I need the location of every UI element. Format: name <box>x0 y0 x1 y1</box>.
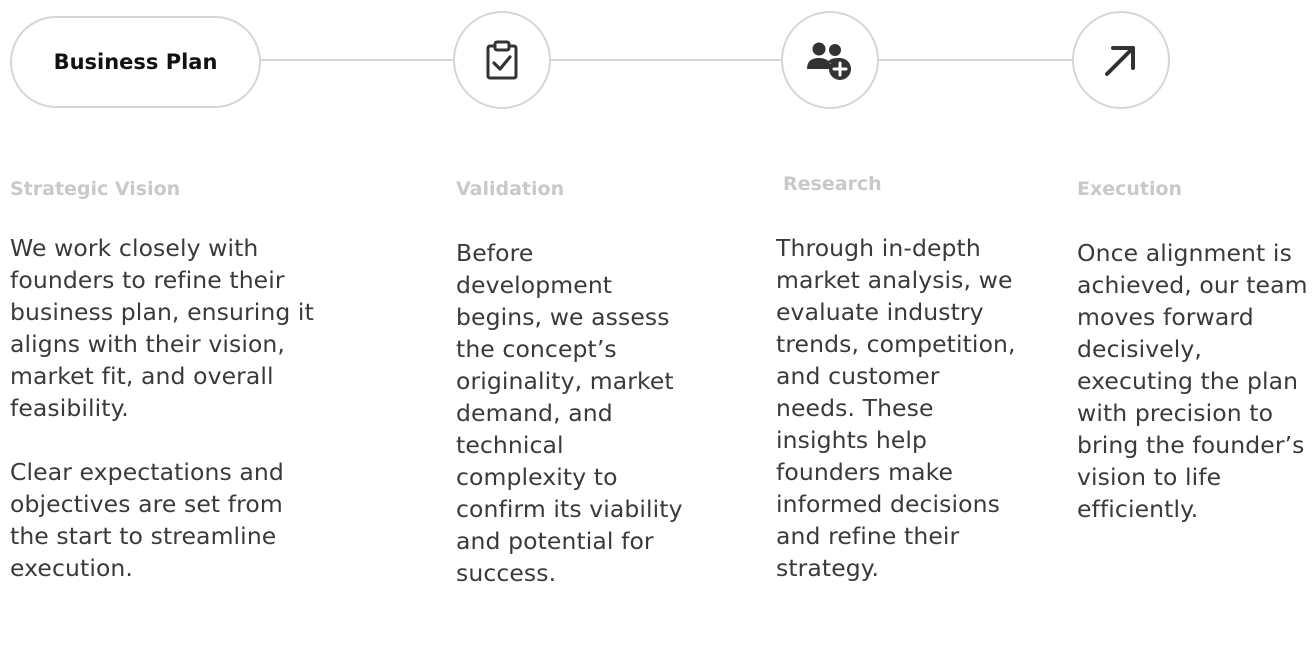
step-heading-execution: Execution <box>1077 178 1183 200</box>
step-heading-research: Research <box>783 173 882 195</box>
business-plan-button[interactable]: Business Plan <box>10 16 261 108</box>
clipboard-check-icon <box>486 40 518 80</box>
business-plan-label: Business Plan <box>53 50 218 74</box>
step-paragraph: Clear expectations and objectives are se… <box>10 458 284 582</box>
step-heading-strategic-vision: Strategic Vision <box>10 178 181 200</box>
research-step-button[interactable] <box>781 11 879 109</box>
step-paragraph: We work closely with founders to refine … <box>10 234 314 422</box>
validation-step-button[interactable] <box>453 11 551 109</box>
step-heading-validation: Validation <box>456 178 565 200</box>
arrow-up-right-icon <box>1105 46 1135 76</box>
step-paragraph: Once alignment is achieved, our team mov… <box>1077 239 1308 523</box>
timeline-connector <box>878 59 1073 61</box>
step-paragraph: Through in-depth market analysis, we eva… <box>776 234 1016 582</box>
execution-step-button[interactable] <box>1072 11 1170 109</box>
step-paragraph: Before development begins, we assess the… <box>456 239 683 587</box>
timeline-connector <box>550 59 782 61</box>
timeline-connector <box>261 59 454 61</box>
user-plus-icon <box>807 42 851 80</box>
